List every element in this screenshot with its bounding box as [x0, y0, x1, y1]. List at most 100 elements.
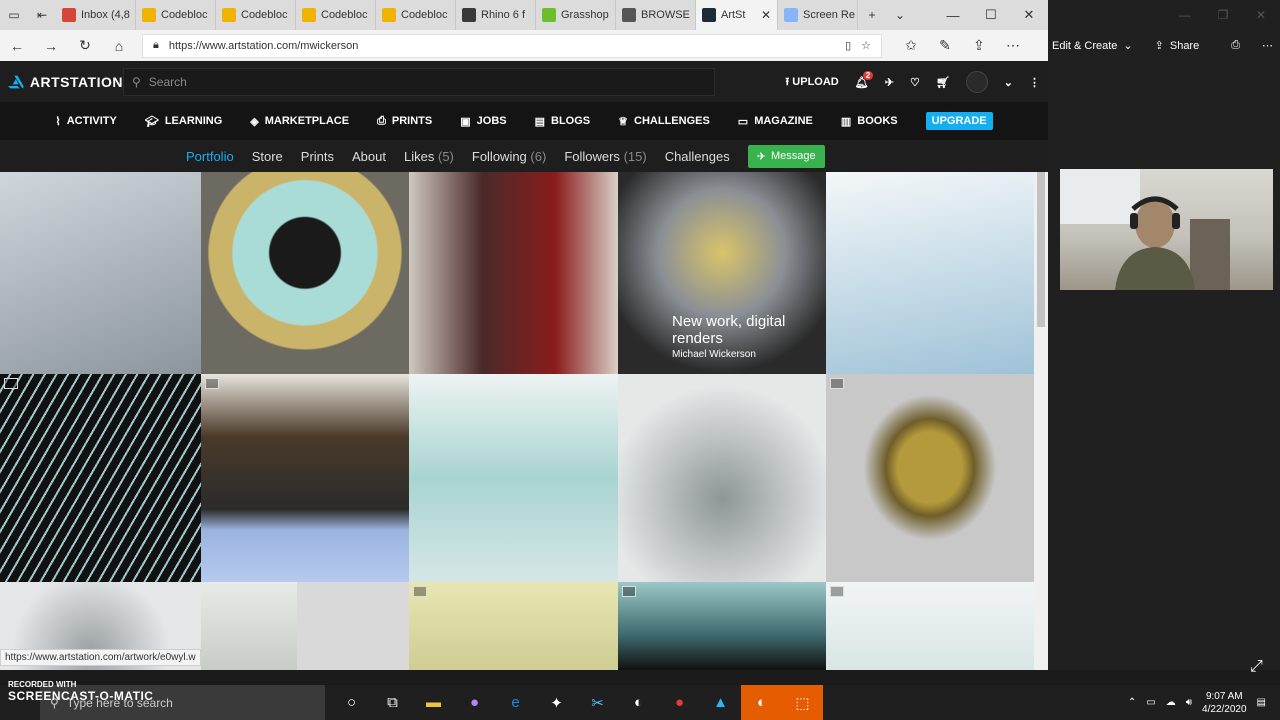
- browser-tab[interactable]: Inbox (4,8: [56, 0, 136, 30]
- tabs-aside-icon[interactable]: ⇤: [28, 0, 56, 30]
- nav-activity[interactable]: ⌇ ACTIVITY: [55, 115, 117, 128]
- cloud-icon[interactable]: ☁: [1166, 697, 1176, 708]
- nav-jobs[interactable]: ▣ JOBS: [460, 115, 506, 128]
- artwork-tile[interactable]: [409, 172, 618, 374]
- browser-tab[interactable]: Rhino 6 f: [456, 0, 536, 30]
- artwork-tile[interactable]: [201, 374, 409, 582]
- artwork-tile[interactable]: [0, 374, 201, 582]
- photos-icon[interactable]: ▲: [700, 685, 741, 720]
- rhino-running-icon[interactable]: ◐: [741, 685, 782, 720]
- favorite-star-icon[interactable]: ☆: [861, 39, 871, 52]
- browser-tab[interactable]: Codebloc: [376, 0, 456, 30]
- artwork-author: Michael Wickerson: [672, 349, 756, 360]
- artwork-tile[interactable]: [409, 374, 618, 582]
- artwork-tile[interactable]: [826, 582, 1034, 670]
- expand-icon[interactable]: ⤢: [1250, 658, 1263, 676]
- volume-icon[interactable]: 🔊︎: [1186, 697, 1192, 708]
- action-center-icon[interactable]: ▤: [1257, 697, 1266, 708]
- favorites-icon[interactable]: ✩: [894, 30, 928, 61]
- tab-prints[interactable]: Prints: [301, 149, 334, 164]
- reading-view-icon[interactable]: ▯: [845, 39, 851, 52]
- browser-tab[interactable]: Codebloc: [296, 0, 376, 30]
- maximize-button[interactable]: ☐: [972, 0, 1010, 30]
- print-icon[interactable]: ⎙: [1231, 39, 1240, 52]
- artwork-tile[interactable]: [618, 582, 826, 670]
- artwork-tile[interactable]: [826, 172, 1034, 374]
- browser-tab[interactable]: Screen Re: [778, 0, 858, 30]
- back-button[interactable]: ←: [0, 30, 34, 61]
- nav-magazine[interactable]: ▭ MAGAZINE: [738, 115, 813, 128]
- messages-paper-plane-icon[interactable]: ✈︎: [885, 76, 894, 89]
- tab-actions-icon[interactable]: ▭: [0, 0, 28, 30]
- page-scrollbar[interactable]: [1034, 172, 1048, 670]
- scrollbar-thumb[interactable]: [1037, 172, 1045, 327]
- browser-tab[interactable]: Codebloc: [136, 0, 216, 30]
- browser-side-panel: — ❐ ✕ Edit & Create ⌄ ⇪ Share ⎙ ⋯: [1048, 0, 1280, 670]
- forward-button[interactable]: →: [34, 30, 68, 61]
- more-icon[interactable]: ⋯: [996, 30, 1030, 61]
- share-button[interactable]: ⇪ Share: [1151, 39, 1204, 53]
- chevron-down-icon[interactable]: ⌄: [1004, 76, 1013, 89]
- screen-recorder-running-icon[interactable]: ⬚: [782, 685, 823, 720]
- more-vertical-icon[interactable]: ⋮: [1029, 76, 1040, 89]
- artwork-tile[interactable]: [297, 582, 409, 670]
- artwork-tile-hovered[interactable]: New work, digital renders Michael Wicker…: [618, 172, 826, 374]
- file-explorer-icon[interactable]: ▬: [413, 685, 454, 720]
- new-tab-button[interactable]: +: [858, 0, 886, 30]
- tab-challenges[interactable]: Challenges: [665, 149, 730, 164]
- tab-store[interactable]: Store: [252, 149, 283, 164]
- artwork-tile[interactable]: [201, 582, 297, 670]
- avatar[interactable]: [965, 71, 988, 93]
- minimize-button[interactable]: —: [934, 0, 972, 30]
- cortana-icon[interactable]: ○: [331, 685, 372, 720]
- search-input[interactable]: ⚲ Search: [123, 68, 715, 96]
- artstation-logo[interactable]: ARTSTATION: [8, 74, 123, 90]
- task-view-icon[interactable]: ⧉: [372, 685, 413, 720]
- browser-tab[interactable]: Grasshop: [536, 0, 616, 30]
- nav-learning[interactable]: 🎓︎ LEARNING: [145, 115, 222, 128]
- tab-followers[interactable]: Followers (15): [564, 149, 646, 164]
- tab-close-icon[interactable]: ✕: [761, 8, 771, 22]
- cart-icon[interactable]: 🛒︎: [936, 76, 950, 89]
- artwork-tile[interactable]: [0, 172, 201, 374]
- tab-about[interactable]: About: [352, 149, 386, 164]
- tab-likes[interactable]: Likes (5): [404, 149, 454, 164]
- tray-chevron-icon[interactable]: ⌃: [1128, 697, 1136, 708]
- record-icon[interactable]: ●: [659, 685, 700, 720]
- nav-books[interactable]: ▥ BOOKS: [841, 115, 898, 128]
- snipping-tool-icon[interactable]: ✂: [577, 685, 618, 720]
- upload-button[interactable]: ⭱ UPLOAD: [785, 73, 838, 92]
- more-options-icon[interactable]: ⋯: [1262, 39, 1273, 52]
- tab-list-chevron-icon[interactable]: ⌄: [886, 0, 914, 30]
- nav-blogs[interactable]: ▤ BLOGS: [535, 115, 591, 128]
- artwork-tile[interactable]: [826, 374, 1034, 582]
- nav-challenges[interactable]: ♕ CHALLENGES: [618, 115, 710, 128]
- upgrade-button[interactable]: UPGRADE: [925, 112, 993, 130]
- refresh-button[interactable]: ↻: [68, 30, 102, 61]
- edit-create-button[interactable]: Edit & Create ⌄: [1048, 39, 1137, 53]
- likes-heart-icon[interactable]: ♡: [910, 76, 920, 89]
- tab-portfolio[interactable]: Portfolio: [186, 149, 234, 164]
- url-field[interactable]: 🔒︎ https://www.artstation.com/mwickerson…: [142, 33, 882, 58]
- browser-tab[interactable]: Codebloc: [216, 0, 296, 30]
- edge-browser-icon[interactable]: e: [495, 685, 536, 720]
- close-window-button[interactable]: ✕: [1010, 0, 1048, 30]
- nav-marketplace[interactable]: ◈ MARKETPLACE: [250, 115, 349, 128]
- notifications-bell-icon[interactable]: 🔔︎ 2: [855, 70, 874, 89]
- artwork-tile[interactable]: [201, 172, 409, 374]
- pen-icon[interactable]: ✎: [928, 30, 962, 61]
- tab-following[interactable]: Following (6): [472, 149, 546, 164]
- home-button[interactable]: ⌂: [102, 30, 136, 61]
- system-clock[interactable]: 9:07 AM 4/22/2020: [1202, 690, 1247, 716]
- share-icon[interactable]: ⇪: [962, 30, 996, 61]
- artwork-tile[interactable]: [409, 582, 618, 670]
- github-icon[interactable]: ●: [454, 685, 495, 720]
- battery-icon[interactable]: ▭: [1146, 697, 1155, 708]
- grasshopper-icon[interactable]: ✦: [536, 685, 577, 720]
- nav-prints[interactable]: ⎙ PRINTS: [377, 115, 432, 128]
- rhino-icon[interactable]: ◐: [618, 685, 659, 720]
- browser-tab[interactable]: ArtSt ✕: [696, 0, 778, 30]
- message-button[interactable]: ✈︎ Message: [747, 144, 825, 168]
- artwork-tile[interactable]: [618, 374, 826, 582]
- browser-tab[interactable]: BROWSE: [616, 0, 696, 30]
